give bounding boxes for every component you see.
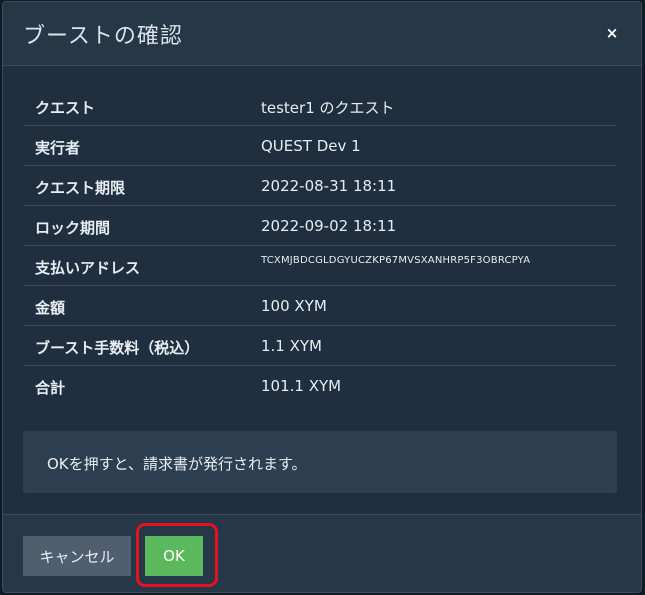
detail-value: TCXMJBDCGLDGYUCZKP67MVSXANHRP5F3OBRCPYA	[261, 255, 531, 266]
detail-label: 実行者	[35, 139, 81, 157]
dialog-body: クエスト tester1 のクエスト 実行者 QUEST Dev 1 クエスト期…	[3, 66, 641, 514]
detail-row-lock-period: ロック期間 2022-09-02 18:11	[23, 206, 617, 246]
detail-row-payment-address: 支払いアドレス TCXMJBDCGLDGYUCZKP67MVSXANHRP5F3…	[23, 246, 617, 286]
invoice-notice: OKを押すと、請求書が発行されます。	[23, 431, 617, 493]
detail-value: QUEST Dev 1	[261, 137, 361, 155]
detail-label: 支払いアドレス	[35, 259, 141, 277]
detail-label: ブースト手数料（税込）	[35, 339, 200, 357]
detail-label: 合計	[35, 379, 66, 397]
ok-button[interactable]: OK	[145, 536, 203, 576]
dialog-title: ブーストの確認	[23, 24, 183, 49]
detail-label: ロック期間	[35, 219, 111, 237]
boost-confirm-dialog: ブーストの確認 × クエスト tester1 のクエスト 実行者 QUEST D…	[2, 1, 642, 593]
detail-row-quest: クエスト tester1 のクエスト	[23, 86, 617, 126]
detail-value: 2022-09-02 18:11	[261, 217, 397, 235]
detail-value: 2022-08-31 18:11	[261, 177, 397, 195]
detail-value: 100 XYM	[261, 297, 327, 315]
detail-value: 101.1 XYM	[261, 377, 342, 395]
close-icon[interactable]: ×	[603, 24, 621, 42]
notice-text: OKを押すと、請求書が発行されます。	[47, 455, 307, 473]
detail-row-boost-fee: ブースト手数料（税込） 1.1 XYM	[23, 326, 617, 366]
dialog-header: ブーストの確認 ×	[3, 2, 641, 66]
detail-label: 金額	[35, 299, 66, 317]
detail-value: tester1 のクエスト	[261, 99, 395, 117]
detail-row-quest-deadline: クエスト期限 2022-08-31 18:11	[23, 166, 617, 206]
detail-label: クエスト	[35, 99, 96, 117]
cancel-button[interactable]: キャンセル	[23, 536, 131, 576]
details-table: クエスト tester1 のクエスト 実行者 QUEST Dev 1 クエスト期…	[23, 86, 617, 406]
dialog-footer: キャンセル OK	[3, 514, 641, 592]
detail-value: 1.1 XYM	[261, 337, 323, 355]
detail-row-amount: 金額 100 XYM	[23, 286, 617, 326]
detail-row-executor: 実行者 QUEST Dev 1	[23, 126, 617, 166]
detail-row-total: 合計 101.1 XYM	[23, 366, 617, 406]
detail-label: クエスト期限	[35, 179, 126, 197]
